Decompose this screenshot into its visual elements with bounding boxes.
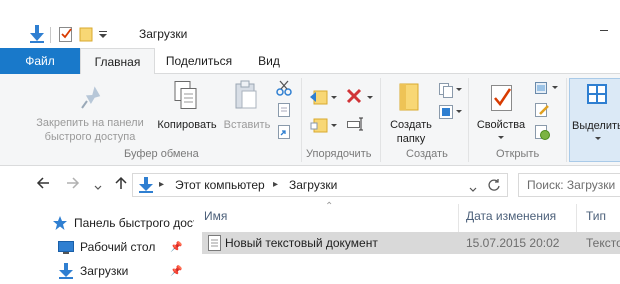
group-divider: [566, 78, 567, 162]
properties-button[interactable]: Свойства: [472, 118, 530, 132]
file-date: 15.07.2015 20:02: [466, 236, 560, 250]
tab-share[interactable]: Поделиться: [158, 48, 240, 74]
copy-to-icon[interactable]: [310, 116, 328, 137]
desktop-icon: [58, 239, 74, 255]
copy-button[interactable]: Копировать: [152, 118, 222, 132]
clipboard-group-label: Буфер обмена: [124, 148, 199, 160]
column-divider[interactable]: [458, 204, 459, 232]
copy-path-icon[interactable]: [276, 102, 292, 121]
paste-icon: [234, 80, 258, 113]
delete-caret[interactable]: [367, 96, 373, 99]
tab-view[interactable]: Вид: [244, 48, 294, 74]
properties-icon[interactable]: [59, 26, 73, 45]
history-icon[interactable]: [534, 124, 550, 143]
group-divider: [468, 78, 469, 162]
sort-ascending-icon: ⌃: [325, 201, 334, 212]
download-arrow-icon: [139, 177, 153, 196]
minimize-button[interactable]: [600, 30, 608, 31]
new-group-label: Создать: [406, 148, 448, 160]
nav-item-desktop[interactable]: Рабочий стол: [58, 236, 155, 258]
column-header-date[interactable]: Дата изменения: [466, 204, 556, 230]
new-folder-icon[interactable]: [79, 26, 93, 45]
move-to-icon[interactable]: [310, 88, 328, 109]
group-divider: [301, 78, 302, 162]
tab-home[interactable]: Главная: [80, 48, 155, 75]
toolbar-divider: [50, 27, 51, 43]
pin-icon: [80, 84, 104, 115]
tab-file[interactable]: Файл: [0, 48, 80, 74]
table-row[interactable]: Новый текстовый документ 15.07.2015 20:0…: [202, 232, 620, 254]
delete-icon[interactable]: [346, 88, 362, 107]
column-divider[interactable]: [576, 204, 577, 232]
pin-icon[interactable]: 📌: [170, 242, 182, 253]
search-input[interactable]: Поиск: Загрузки: [518, 173, 620, 197]
properties-icon: [490, 82, 514, 115]
text-file-icon: [208, 235, 221, 254]
organize-group-label: Упорядочить: [306, 148, 372, 160]
navigation-pane: Панель быстрого доступа Рабочий стол 📌 З…: [0, 204, 196, 284]
file-type: Тексто: [586, 236, 620, 250]
pin-to-quick-access-button[interactable]: Закрепить на панели быстрого доступа: [30, 116, 150, 144]
column-header-type[interactable]: Тип: [586, 204, 606, 230]
search-placeholder: Поиск: Загрузки: [527, 178, 616, 192]
recent-locations-caret[interactable]: [94, 178, 102, 194]
file-name: Новый текстовый документ: [225, 236, 378, 250]
new-item-caret[interactable]: [456, 88, 462, 91]
breadcrumb-downloads[interactable]: Загрузки: [289, 178, 337, 192]
easy-access-icon[interactable]: [438, 104, 454, 123]
nav-item-quick-access[interactable]: Панель быстрого доступа: [52, 212, 194, 234]
open-caret[interactable]: [552, 86, 558, 89]
move-to-caret[interactable]: [331, 96, 337, 99]
pin-icon[interactable]: 📌: [170, 266, 182, 277]
select-all-icon: [586, 83, 608, 108]
address-dropdown-icon[interactable]: [469, 182, 477, 196]
paste-shortcut-icon[interactable]: [276, 124, 292, 143]
select-label: Выделить: [572, 120, 620, 132]
breadcrumb-this-pc[interactable]: Этот компьютер: [175, 178, 265, 192]
new-item-icon[interactable]: [438, 82, 454, 101]
breadcrumb-separator-icon[interactable]: ▸: [159, 179, 164, 190]
ribbon: Закрепить на панели быстрого доступа Коп…: [0, 74, 620, 166]
address-bar[interactable]: ▸ Этот компьютер ▸ Загрузки: [132, 173, 508, 197]
edit-icon[interactable]: [534, 102, 550, 121]
title-bar: Загрузки: [0, 0, 620, 48]
customize-qat-icon[interactable]: [99, 28, 107, 42]
address-row: ▸ Этот компьютер ▸ Загрузки Поиск: Загру…: [0, 166, 620, 204]
open-group-label: Открыть: [496, 148, 540, 160]
ribbon-tabs: Файл Главная Поделиться Вид: [0, 48, 620, 75]
back-button[interactable]: [36, 176, 50, 193]
new-folder-button[interactable]: Создать папку: [384, 118, 438, 146]
column-header-name[interactable]: Имя: [204, 204, 227, 230]
new-folder-icon: [398, 82, 422, 115]
download-arrow-icon[interactable]: [30, 24, 44, 46]
download-icon: [58, 263, 74, 279]
easy-access-caret[interactable]: [456, 110, 462, 113]
nav-item-label: Рабочий стол: [80, 240, 156, 254]
properties-caret[interactable]: [498, 136, 504, 139]
nav-item-downloads[interactable]: Загрузки: [58, 260, 128, 282]
refresh-icon[interactable]: [487, 178, 501, 195]
open-icon[interactable]: [534, 80, 550, 99]
cut-icon[interactable]: [276, 80, 292, 99]
group-divider: [380, 78, 381, 162]
up-button[interactable]: [114, 176, 128, 193]
star-icon: [52, 215, 68, 231]
window-title: Загрузки: [139, 27, 188, 41]
nav-item-label: Панель быстрого доступа: [74, 216, 194, 230]
file-list: ⌃ Имя Дата изменения Тип Новый текстовый…: [196, 201, 620, 284]
copy-icon: [172, 80, 198, 113]
forward-button[interactable]: [66, 176, 80, 193]
nav-item-label: Загрузки: [80, 264, 129, 278]
quick-access-toolbar: [30, 24, 107, 46]
select-button[interactable]: Выделить: [569, 78, 620, 162]
paste-button[interactable]: Вставить: [222, 118, 272, 132]
rename-icon[interactable]: [346, 116, 364, 135]
copy-to-caret[interactable]: [331, 124, 337, 127]
select-caret: [595, 137, 601, 140]
breadcrumb-separator-icon[interactable]: ▸: [273, 179, 278, 190]
